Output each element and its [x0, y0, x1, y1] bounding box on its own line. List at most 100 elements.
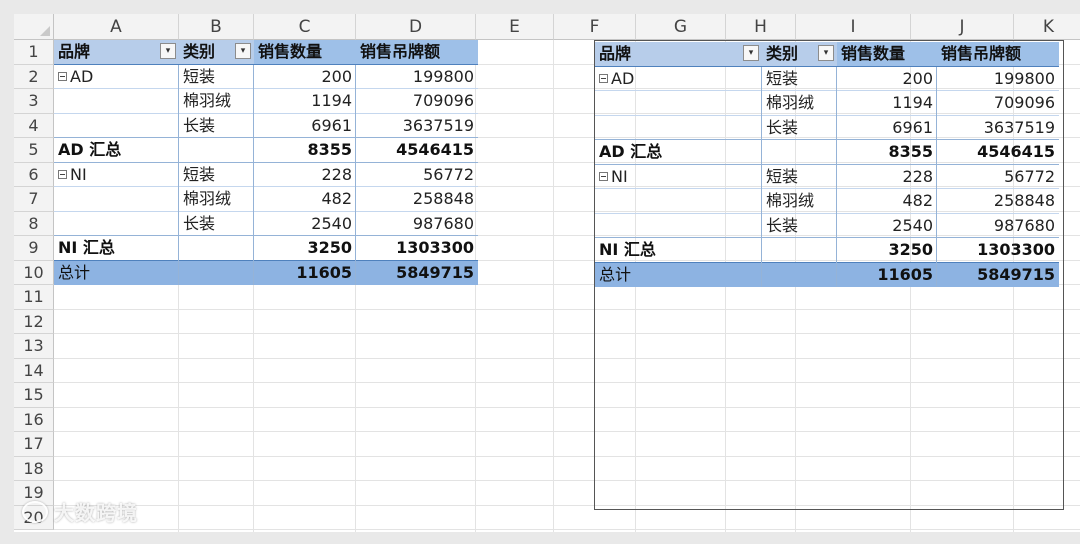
right-pivot-category-cell[interactable]: 棉羽绒 [762, 91, 837, 116]
left-pivot-category-cell[interactable]: 棉羽绒 [179, 187, 254, 212]
row-header-8[interactable]: 8 [14, 211, 54, 236]
filter-dropdown-icon[interactable]: ▾ [160, 43, 176, 59]
column-header-i[interactable]: I [796, 14, 911, 40]
right-pivot-category-cell[interactable]: 短装 [762, 67, 837, 92]
column-header-b[interactable]: B [179, 14, 254, 40]
collapse-minus-icon[interactable] [58, 169, 67, 179]
left-pivot-qty-cell[interactable]: 6961 [254, 114, 356, 139]
left-pivot-subtotal-amount[interactable]: 1303300 [356, 236, 478, 261]
right-pivot-grand-total-amount[interactable]: 5849715 [937, 262, 1059, 287]
left-pivot-header-category[interactable]: ▾ 类别 [179, 40, 254, 65]
filter-dropdown-icon[interactable]: ▾ [235, 43, 251, 59]
right-pivot-group-label[interactable]: NI [595, 165, 762, 190]
row-header-6[interactable]: 6 [14, 162, 54, 187]
right-pivot-grand-total-label[interactable]: 总计 [595, 262, 762, 287]
left-pivot-qty-cell[interactable]: 482 [254, 187, 356, 212]
right-pivot-amount-cell[interactable]: 199800 [937, 67, 1059, 92]
left-pivot-header-brand[interactable]: ▾ 品牌 [54, 40, 179, 65]
right-pivot-category-cell[interactable]: 长装 [762, 214, 837, 239]
left-pivot-category-cell[interactable]: 棉羽绒 [179, 89, 254, 114]
row-header-13[interactable]: 13 [14, 334, 54, 359]
right-pivot-category-cell[interactable]: 长装 [762, 116, 837, 141]
row-header-17[interactable]: 17 [14, 432, 54, 457]
right-pivot-empty-cell[interactable] [762, 140, 837, 165]
right-pivot-amount-cell[interactable]: 258848 [937, 189, 1059, 214]
left-pivot-category-cell[interactable]: 长装 [179, 114, 254, 139]
left-pivot-subtotal-label[interactable]: AD 汇总 [54, 138, 179, 163]
right-pivot-empty-cell[interactable] [595, 91, 762, 116]
left-pivot-grand-total-qty[interactable]: 11605 [254, 260, 356, 285]
column-header-a[interactable]: A [54, 14, 179, 40]
row-header-16[interactable]: 16 [14, 407, 54, 432]
right-pivot-header-brand[interactable]: ▾ 品牌 [595, 42, 762, 67]
right-pivot-qty-cell[interactable]: 482 [837, 189, 937, 214]
column-header-c[interactable]: C [254, 14, 356, 40]
right-pivot-grand-total-qty[interactable]: 11605 [837, 262, 937, 287]
right-pivot-empty-cell[interactable] [762, 238, 837, 263]
right-pivot-group-label[interactable]: AD [595, 67, 762, 92]
row-header-7[interactable]: 7 [14, 187, 54, 212]
right-pivot-amount-cell[interactable]: 987680 [937, 214, 1059, 239]
right-pivot-subtotal-qty[interactable]: 3250 [837, 238, 937, 263]
left-pivot-amount-cell[interactable]: 709096 [356, 89, 478, 114]
left-pivot-subtotal-qty[interactable]: 8355 [254, 138, 356, 163]
column-header-h[interactable]: H [726, 14, 796, 40]
right-pivot-amount-cell[interactable]: 709096 [937, 91, 1059, 116]
column-header-d[interactable]: D [356, 14, 476, 40]
filter-dropdown-icon[interactable]: ▾ [743, 45, 759, 61]
right-pivot-empty-cell[interactable] [595, 189, 762, 214]
left-pivot-category-cell[interactable]: 短装 [179, 163, 254, 188]
left-pivot-qty-cell[interactable]: 1194 [254, 89, 356, 114]
column-header-e[interactable]: E [476, 14, 554, 40]
row-header-1[interactable]: 1 [14, 40, 54, 65]
left-pivot-empty-cell[interactable] [179, 138, 254, 163]
left-pivot-empty-cell[interactable] [54, 89, 179, 114]
collapse-minus-icon[interactable] [599, 171, 608, 181]
left-pivot-amount-cell[interactable]: 258848 [356, 187, 478, 212]
column-header-k[interactable]: K [1014, 14, 1080, 40]
right-pivot-subtotal-label[interactable]: NI 汇总 [595, 238, 762, 263]
left-pivot-empty-cell[interactable] [179, 260, 254, 285]
row-header-12[interactable]: 12 [14, 309, 54, 334]
row-header-9[interactable]: 9 [14, 236, 54, 261]
left-pivot-amount-cell[interactable]: 3637519 [356, 114, 478, 139]
right-pivot-qty-cell[interactable]: 6961 [837, 116, 937, 141]
filter-dropdown-icon[interactable]: ▾ [818, 45, 834, 61]
right-pivot-empty-cell[interactable] [595, 214, 762, 239]
left-pivot-qty-cell[interactable]: 200 [254, 65, 356, 90]
left-pivot-subtotal-qty[interactable]: 3250 [254, 236, 356, 261]
right-pivot-qty-cell[interactable]: 2540 [837, 214, 937, 239]
right-pivot-subtotal-label[interactable]: AD 汇总 [595, 140, 762, 165]
row-header-14[interactable]: 14 [14, 358, 54, 383]
right-pivot-empty-cell[interactable] [762, 262, 837, 287]
right-pivot-qty-cell[interactable]: 200 [837, 67, 937, 92]
right-pivot-qty-cell[interactable]: 1194 [837, 91, 937, 116]
row-header-18[interactable]: 18 [14, 456, 54, 481]
left-pivot-empty-cell[interactable] [54, 187, 179, 212]
left-pivot-empty-cell[interactable] [179, 236, 254, 261]
left-pivot-group-label[interactable]: AD [54, 65, 179, 90]
select-all-corner[interactable] [14, 14, 54, 40]
column-header-f[interactable]: F [554, 14, 636, 40]
row-header-10[interactable]: 10 [14, 260, 54, 285]
right-pivot-amount-cell[interactable]: 3637519 [937, 116, 1059, 141]
collapse-minus-icon[interactable] [58, 71, 67, 81]
left-pivot-subtotal-amount[interactable]: 4546415 [356, 138, 478, 163]
left-pivot-amount-cell[interactable]: 987680 [356, 212, 478, 237]
row-header-4[interactable]: 4 [14, 113, 54, 138]
row-header-5[interactable]: 5 [14, 138, 54, 163]
right-pivot-subtotal-amount[interactable]: 1303300 [937, 238, 1059, 263]
left-pivot-group-label[interactable]: NI [54, 163, 179, 188]
right-pivot-empty-cell[interactable] [595, 116, 762, 141]
left-pivot-amount-cell[interactable]: 56772 [356, 163, 478, 188]
left-pivot-empty-cell[interactable] [54, 212, 179, 237]
right-pivot-amount-cell[interactable]: 56772 [937, 165, 1059, 190]
left-pivot-subtotal-label[interactable]: NI 汇总 [54, 236, 179, 261]
right-pivot-subtotal-qty[interactable]: 8355 [837, 140, 937, 165]
left-pivot-amount-cell[interactable]: 199800 [356, 65, 478, 90]
left-pivot-grand-total-label[interactable]: 总计 [54, 260, 179, 285]
left-pivot-category-cell[interactable]: 短装 [179, 65, 254, 90]
right-pivot-header-category[interactable]: ▾ 类别 [762, 42, 837, 67]
left-pivot-empty-cell[interactable] [54, 114, 179, 139]
row-header-2[interactable]: 2 [14, 64, 54, 89]
